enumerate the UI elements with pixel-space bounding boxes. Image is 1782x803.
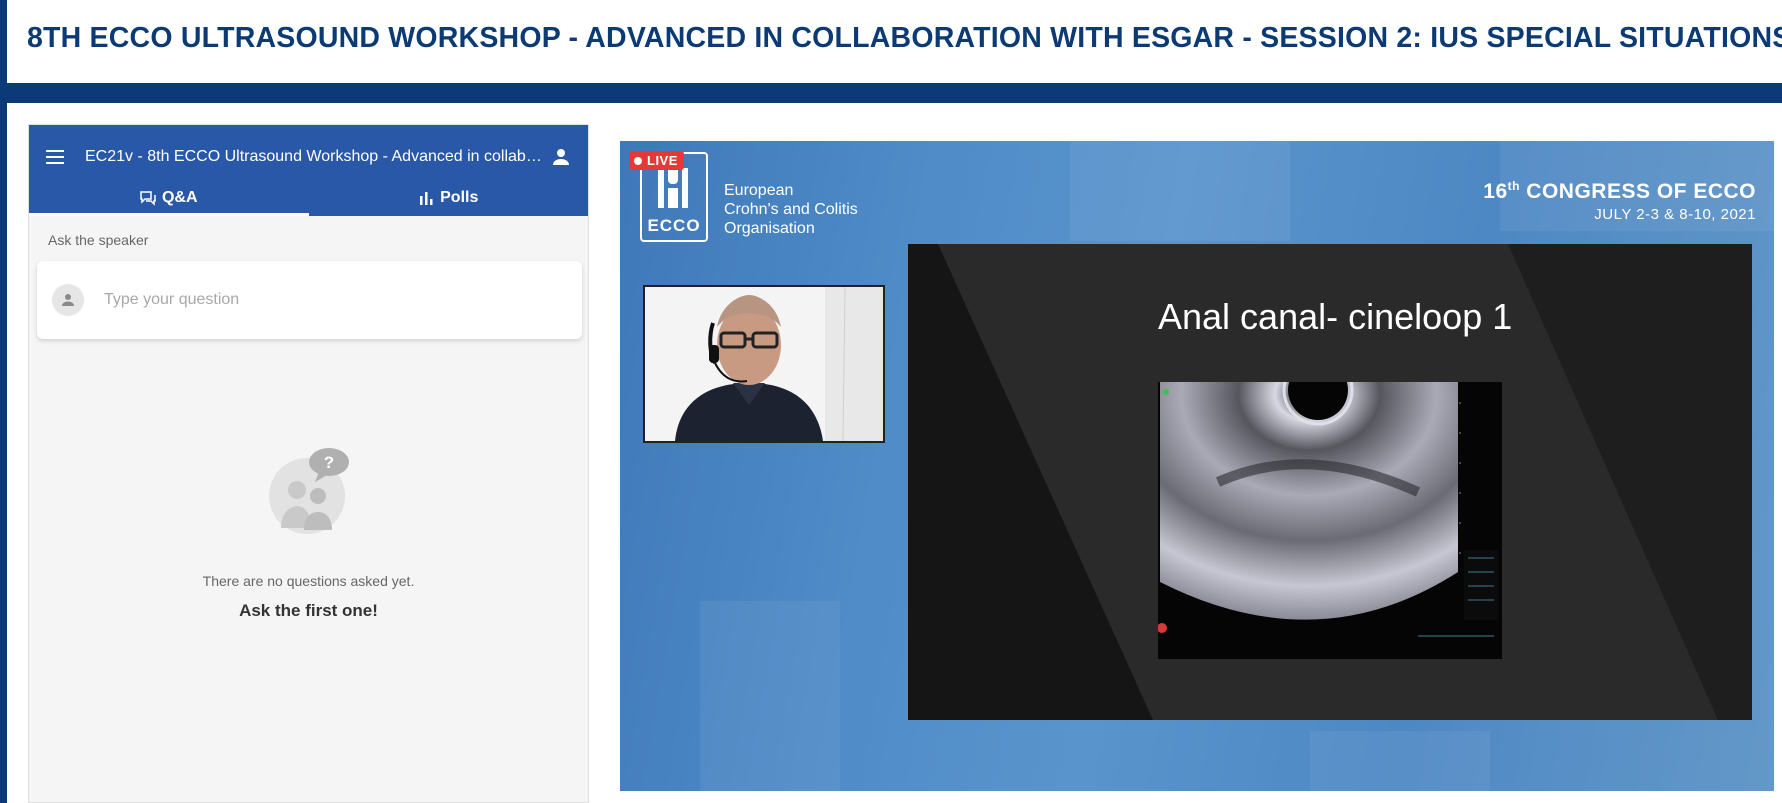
organisation-name: European Crohn's and Colitis Organisatio… [724, 181, 858, 238]
background-block [1310, 731, 1490, 791]
background-block [1070, 141, 1290, 241]
slide-title: Anal canal- cineloop 1 [1158, 296, 1513, 337]
congress-suffix: th [1507, 179, 1520, 193]
video-player[interactable]: ECCO LIVE European Crohn's and Colitis O… [620, 141, 1774, 791]
page-header: 8TH ECCO ULTRASOUND WORKSHOP - ADVANCED … [0, 0, 1782, 83]
ask-speaker-label: Ask the speaker [48, 232, 149, 248]
header-divider-bar [0, 83, 1782, 103]
question-input[interactable]: Type your question [37, 261, 582, 339]
ecco-emblem-icon [658, 166, 688, 208]
left-edge-bar [0, 103, 7, 803]
org-line: Crohn's and Colitis [724, 201, 858, 218]
qa-tabs: Q&A Polls [29, 179, 588, 216]
tab-polls-label: Polls [440, 188, 479, 206]
svg-text:?: ? [324, 453, 334, 472]
no-questions-icon: ? [267, 448, 353, 534]
avatar [52, 284, 84, 316]
congress-title: CONGRESS OF ECCO [1526, 180, 1756, 203]
presentation-slide: Anal canal- cineloop 1 [908, 244, 1752, 720]
empty-state-cta: Ask the first one! [239, 601, 378, 620]
live-dot-icon [634, 156, 642, 165]
tab-polls[interactable]: Polls [309, 179, 589, 216]
user-icon[interactable] [549, 145, 573, 169]
live-label: LIVE [647, 153, 678, 168]
tab-qa-label: Q&A [161, 188, 198, 206]
question-placeholder: Type your question [104, 291, 240, 308]
qa-panel-header: EC21v - 8th ECCO Ultrasound Workshop - A… [29, 125, 588, 216]
menu-icon[interactable] [43, 145, 67, 169]
ultrasound-image [1158, 382, 1502, 659]
bar-chart-icon [420, 191, 433, 205]
event-title: EC21v - 8th ECCO Ultrasound Workshop - A… [85, 148, 545, 165]
org-line: European [724, 182, 794, 199]
speaker-video [643, 285, 885, 443]
live-badge: LIVE [629, 151, 684, 170]
ecco-logo-text: ECCO [647, 216, 701, 235]
page-title: 8TH ECCO ULTRASOUND WORKSHOP - ADVANCED … [27, 22, 1782, 54]
qa-panel: EC21v - 8th ECCO Ultrasound Workshop - A… [28, 124, 589, 803]
background-block [700, 601, 840, 791]
empty-state-message: There are no questions asked yet. [202, 573, 415, 589]
chat-icon [140, 190, 156, 206]
congress-banner: 16th CONGRESS OF ECCO JULY 2-3 & 8-10, 2… [1483, 179, 1756, 223]
congress-number: 16 [1483, 180, 1508, 203]
tab-qa[interactable]: Q&A [29, 179, 309, 216]
org-line: Organisation [724, 220, 815, 237]
congress-dates: JULY 2-3 & 8-10, 2021 [1594, 206, 1756, 223]
